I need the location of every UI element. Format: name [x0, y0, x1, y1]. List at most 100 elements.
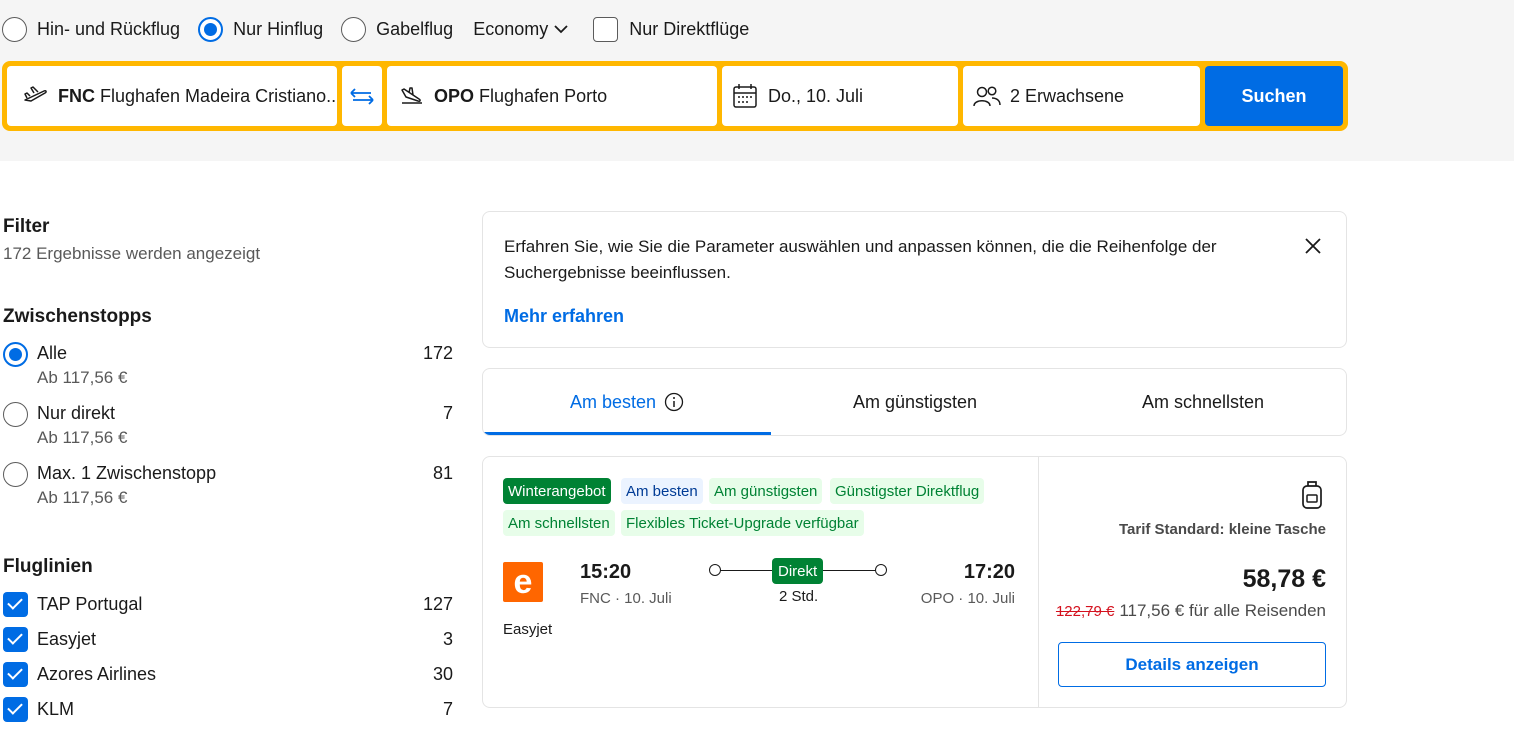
filter-title: Filter	[3, 216, 50, 237]
cabin-class-select[interactable]: Economy	[473, 19, 569, 40]
airline-option-label: Easyjet	[37, 629, 97, 649]
stops-option-price: Ab 117,56 €	[37, 368, 128, 387]
search-bar: FNC Flughafen Madeira Cristiano... OPO F…	[2, 61, 1348, 131]
airline-option-count: 127	[422, 594, 453, 614]
stops-option-count: 7	[442, 403, 453, 423]
easyjet-logo: e	[503, 562, 543, 602]
checkbox-easyjet[interactable]	[3, 627, 28, 652]
origin-code: FNC	[58, 85, 95, 106]
travellers-value: 2 Erwachsene	[1010, 85, 1125, 106]
badge-cheapest-direct: Günstigster Direktflug	[830, 478, 985, 504]
tab-cheapest-label: Am günstigsten	[852, 391, 978, 412]
search-button[interactable]: Suchen	[1205, 66, 1343, 126]
airline-option-label: KLM	[37, 699, 75, 719]
tab-fastest[interactable]: Am schnellsten	[1059, 369, 1346, 435]
sorting-info-box: Erfahren Sie, wie Sie die Parameter ausw…	[482, 211, 1347, 348]
fare-type: Tarif Standard: kleine Tasche	[1118, 521, 1326, 538]
result-count: 172 Ergebnisse werden angezeigt	[3, 244, 261, 263]
depart-place: FNC · 10. Juli	[580, 590, 672, 607]
stops-option-label: Max. 1 Zwischenstopp	[37, 463, 217, 483]
stops-option-count: 172	[422, 343, 453, 363]
badge-flexible-ticket: Flexibles Ticket-Upgrade verfügbar	[621, 510, 864, 536]
timeline-start-dot	[709, 564, 721, 576]
info-icon[interactable]	[664, 392, 684, 412]
direct-badge: Direkt	[772, 558, 824, 584]
cabin-class-value: Economy	[473, 18, 549, 39]
learn-more-link[interactable]: Mehr erfahren	[504, 306, 624, 327]
price-per-person: 58,78 €	[1242, 565, 1326, 593]
radio-stops-max-one[interactable]	[3, 462, 28, 487]
destination-code: OPO	[434, 85, 475, 106]
stops-option-price: Ab 117,56 €	[37, 428, 128, 447]
trip-one-way-label: Nur Hinflug	[233, 18, 324, 39]
badge-fastest: Am schnellsten	[503, 510, 615, 536]
checkbox-azores[interactable]	[3, 662, 28, 687]
date-field[interactable]: Do., 10. Juli	[722, 66, 958, 126]
calendar-icon	[733, 84, 757, 108]
trip-one-way-option[interactable]: Nur Hinflug	[198, 16, 324, 42]
date-value: Do., 10. Juli	[768, 85, 864, 106]
tab-cheapest[interactable]: Am günstigsten	[771, 369, 1059, 435]
plane-takeoff-icon	[24, 86, 47, 102]
plane-landing-icon	[401, 87, 422, 104]
checkbox-klm[interactable]	[3, 697, 28, 722]
airline-option-count: 7	[442, 699, 453, 719]
radio-multi-city[interactable]	[341, 16, 367, 42]
stops-option-label: Nur direkt	[37, 403, 116, 423]
airlines-filter-title: Fluglinien	[3, 556, 93, 577]
timeline-end-dot	[875, 564, 887, 576]
chevron-down-icon	[554, 25, 568, 34]
swap-arrows-icon	[350, 88, 374, 105]
people-icon	[973, 86, 1001, 107]
tab-best[interactable]: Am besten	[483, 369, 771, 435]
arrive-place: OPO · 10. Juli	[920, 590, 1015, 607]
sorting-info-text: Erfahren Sie, wie Sie die Parameter ausw…	[504, 237, 1217, 282]
airline-option-label: TAP Portugal	[37, 594, 143, 614]
depart-time: 15:20	[580, 561, 632, 583]
badge-winter-deal: Winterangebot	[503, 478, 611, 504]
checkbox-tap[interactable]	[3, 592, 28, 617]
trip-round-trip-label: Hin- und Rückflug	[37, 18, 181, 39]
trip-round-trip-option[interactable]: Hin- und Rückflug	[2, 16, 181, 42]
airline-option-count: 3	[442, 629, 453, 649]
radio-stops-all[interactable]	[3, 342, 28, 367]
airline-option-label: Azores Airlines	[37, 664, 157, 684]
close-icon[interactable]	[1301, 234, 1325, 258]
origin-name: Flughafen Madeira Cristiano...	[100, 85, 337, 106]
flight-duration: 2 Std.	[779, 588, 819, 605]
arrive-time: 17:20	[963, 561, 1015, 583]
total-price: 122,79 €117,56 € für alle Reisenden	[1056, 601, 1326, 621]
direct-only-checkbox[interactable]	[593, 16, 619, 42]
stops-option-price: Ab 117,56 €	[37, 488, 128, 507]
old-price: 122,79 €	[1055, 603, 1115, 620]
destination-field[interactable]: OPO Flughafen Porto	[387, 66, 717, 126]
stops-option-count: 81	[432, 463, 453, 483]
trip-multi-city-option[interactable]: Gabelflug	[341, 16, 454, 42]
swap-button[interactable]	[342, 66, 382, 126]
badge-cheapest: Am günstigsten	[709, 478, 823, 504]
trip-multi-city-label: Gabelflug	[376, 18, 454, 39]
radio-one-way[interactable]	[198, 16, 224, 42]
card-divider	[1038, 457, 1039, 707]
flight-result-card: Winterangebot Am besten Am günstigsten G…	[482, 456, 1347, 708]
direct-only-option[interactable]: Nur Direktflüge	[593, 16, 750, 42]
airline-option-count: 30	[432, 664, 453, 684]
direct-only-label: Nur Direktflüge	[629, 18, 750, 39]
airline-name: Easyjet	[503, 621, 553, 638]
details-button[interactable]: Details anzeigen	[1058, 642, 1326, 687]
search-header: Hin- und Rückflug Nur Hinflug Gabelflug …	[0, 0, 1514, 161]
small-bag-icon	[1302, 481, 1322, 509]
tab-best-label: Am besten	[569, 391, 657, 412]
destination-name: Flughafen Porto	[479, 85, 608, 106]
trip-type-row: Hin- und Rückflug Nur Hinflug Gabelflug …	[2, 16, 767, 42]
radio-round-trip[interactable]	[2, 16, 27, 42]
badge-best: Am besten	[621, 478, 703, 504]
sort-tabs: Am besten Am günstigsten Am schnellsten	[482, 368, 1347, 436]
stops-filter-title: Zwischenstopps	[3, 306, 152, 327]
travellers-field[interactable]: 2 Erwachsene	[963, 66, 1200, 126]
radio-stops-direct[interactable]	[3, 402, 28, 427]
origin-field[interactable]: FNC Flughafen Madeira Cristiano...	[7, 66, 337, 126]
tab-fastest-label: Am schnellsten	[1141, 391, 1265, 412]
total-price-text: 117,56 € für alle Reisenden	[1119, 601, 1326, 620]
stops-option-label: Alle	[37, 343, 68, 363]
